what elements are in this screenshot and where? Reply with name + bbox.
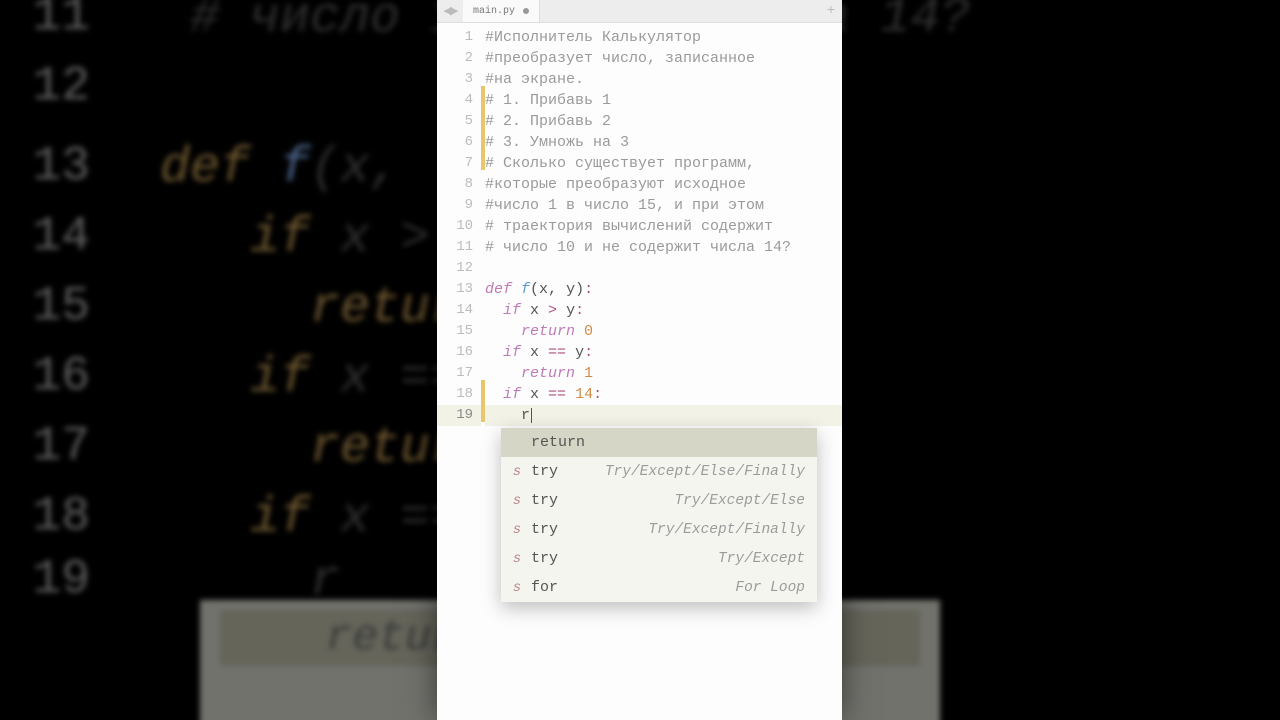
code-line[interactable] (485, 258, 842, 279)
line-number: 13 (437, 279, 481, 300)
completion-hint: Try/Except/Else/Finally (605, 464, 805, 480)
completion-kind-icon: s (509, 551, 525, 567)
code-line[interactable]: # Сколько существует программ, (485, 153, 842, 174)
autocomplete-item[interactable]: stry Try/Except/Else/Finally (501, 457, 817, 486)
completion-hint: Try/Except/Else (674, 493, 805, 509)
code-line[interactable]: return 1 (485, 363, 842, 384)
code-editor[interactable]: 12345678910111213141516171819 #Исполните… (437, 23, 842, 720)
code-line[interactable]: #которые преобразуют исходное (485, 174, 842, 195)
code-line[interactable]: if x == y: (485, 342, 842, 363)
line-number: 8 (437, 174, 481, 195)
line-number: 6 (437, 132, 481, 153)
completion-kind-icon: s (509, 522, 525, 538)
code-area[interactable]: #Исполнитель Калькулятор#преобразует чис… (485, 23, 842, 720)
code-line[interactable]: #на экране. (485, 69, 842, 90)
line-number: 2 (437, 48, 481, 69)
editor-panel: ◀▶ main.py + 123456789101112131415161718… (437, 0, 842, 720)
completion-hint: Try/Except/Finally (648, 522, 805, 538)
completion-word: try (531, 463, 558, 480)
completion-word: try (531, 550, 558, 567)
completion-word: for (531, 579, 558, 596)
code-line[interactable]: # 3. Умножь на 3 (485, 132, 842, 153)
autocomplete-item[interactable]: sfor For Loop (501, 573, 817, 602)
line-number: 16 (437, 342, 481, 363)
code-line[interactable]: # число 10 и не содержит числа 14? (485, 237, 842, 258)
line-number: 3 (437, 69, 481, 90)
autocomplete-popup[interactable]: returnstryTry/Except/Else/FinallystryTry… (501, 428, 817, 602)
tab-nav-arrows[interactable]: ◀▶ (437, 0, 463, 22)
code-line[interactable]: if x > y: (485, 300, 842, 321)
completion-hint: For Loop (735, 580, 805, 596)
code-line[interactable]: return 0 (485, 321, 842, 342)
completion-kind-icon: s (509, 464, 525, 480)
autocomplete-item[interactable]: return (501, 428, 817, 457)
line-number: 18 (437, 384, 481, 405)
text-caret (531, 408, 532, 423)
code-line[interactable]: #преобразует число, записанное (485, 48, 842, 69)
code-line[interactable]: r (485, 405, 842, 426)
line-number: 4 (437, 90, 481, 111)
code-line[interactable]: def f(x, y): (485, 279, 842, 300)
autocomplete-item[interactable]: stry Try/Except/Finally (501, 515, 817, 544)
file-tab[interactable]: main.py (463, 0, 540, 22)
completion-kind-icon: s (509, 493, 525, 509)
completion-kind-icon: s (509, 580, 525, 596)
completion-word: return (531, 434, 585, 451)
code-line[interactable]: #Исполнитель Калькулятор (485, 27, 842, 48)
line-number: 11 (437, 237, 481, 258)
code-line[interactable]: # 1. Прибавь 1 (485, 90, 842, 111)
new-tab-button[interactable]: + (820, 0, 842, 22)
unsaved-dot-icon (523, 8, 529, 14)
line-number-gutter: 12345678910111213141516171819 (437, 23, 481, 720)
code-line[interactable]: # траектория вычислений содержит (485, 216, 842, 237)
code-line[interactable]: # 2. Прибавь 2 (485, 111, 842, 132)
line-number: 9 (437, 195, 481, 216)
completion-word: try (531, 521, 558, 538)
line-number: 14 (437, 300, 481, 321)
line-number: 19 (437, 405, 481, 426)
completion-hint: Try/Except (718, 551, 805, 567)
line-number: 10 (437, 216, 481, 237)
line-number: 1 (437, 27, 481, 48)
autocomplete-item[interactable]: stry Try/Except/Else (501, 486, 817, 515)
code-line[interactable]: if x == 14: (485, 384, 842, 405)
code-line[interactable]: #число 1 в число 15, и при этом (485, 195, 842, 216)
line-number: 7 (437, 153, 481, 174)
line-number: 15 (437, 321, 481, 342)
completion-word: try (531, 492, 558, 509)
line-number: 12 (437, 258, 481, 279)
autocomplete-item[interactable]: stry Try/Except (501, 544, 817, 573)
tab-bar: ◀▶ main.py + (437, 0, 842, 23)
tab-filename: main.py (473, 6, 515, 17)
line-number: 17 (437, 363, 481, 384)
line-number: 5 (437, 111, 481, 132)
